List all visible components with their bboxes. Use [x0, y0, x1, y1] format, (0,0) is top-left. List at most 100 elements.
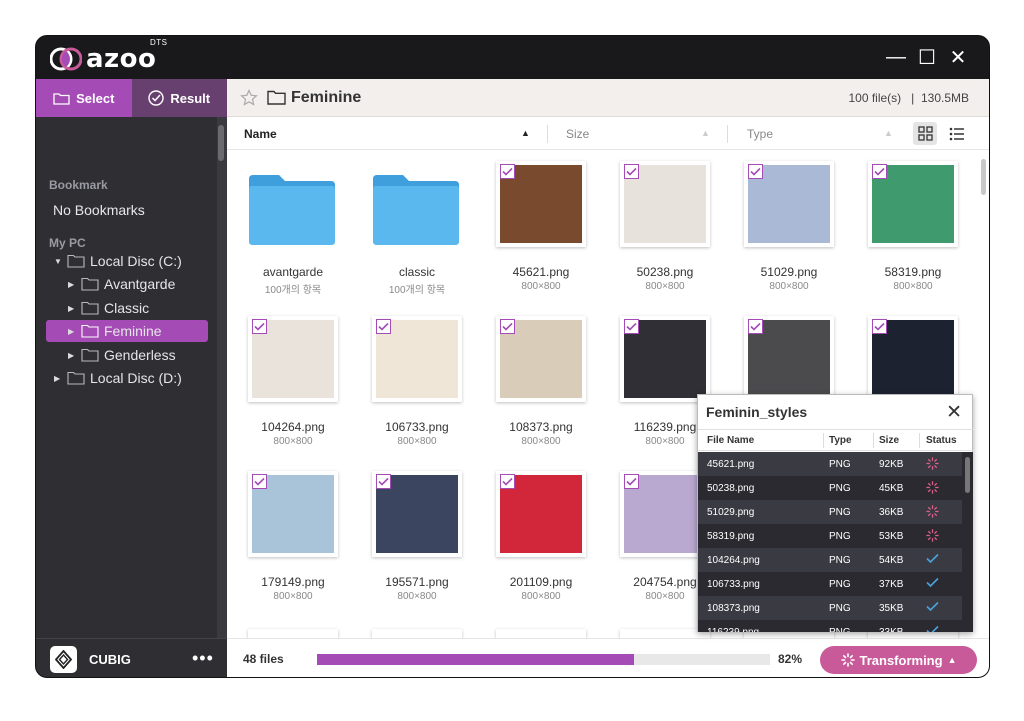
app-edition: DTS	[150, 38, 168, 47]
sort-icon[interactable]: ▲	[884, 128, 893, 138]
image-item[interactable]: 108373.png 800×800	[481, 306, 591, 456]
row-size: 37KB	[879, 579, 904, 590]
row-status	[926, 529, 939, 545]
selected-checkbox[interactable]	[376, 319, 391, 334]
image-item[interactable]: 51029.png 800×800	[729, 151, 839, 301]
popup-scrollbar[interactable]	[965, 457, 970, 493]
star-icon[interactable]	[240, 89, 258, 107]
minimize-button[interactable]: —	[885, 46, 907, 68]
sort-asc-icon[interactable]: ▲	[521, 128, 530, 138]
sort-icon[interactable]: ▲	[701, 128, 710, 138]
expanded-triangle-icon[interactable]: ▼	[54, 257, 62, 266]
popup-table-row: 116239.png PNG 33KB	[698, 620, 962, 632]
tree-item-feminine[interactable]: ▶ Feminine	[46, 320, 208, 342]
image-thumbnail[interactable]	[496, 316, 586, 402]
selected-checkbox[interactable]	[624, 319, 639, 334]
folder-item[interactable]: classic 100개의 항목	[357, 151, 467, 301]
tree-item-classic[interactable]: ▶ Classic	[68, 297, 149, 319]
close-button[interactable]: ✕	[947, 46, 969, 69]
selected-checkbox[interactable]	[376, 474, 391, 489]
selected-checkbox[interactable]	[500, 164, 515, 179]
image-thumbnail[interactable]	[744, 316, 834, 402]
selected-checkbox[interactable]	[500, 319, 515, 334]
check-icon	[750, 167, 761, 176]
image-thumbnail[interactable]	[372, 471, 462, 557]
column-type[interactable]: Type	[747, 127, 773, 141]
image-item[interactable]: 195571.png 800×800	[357, 461, 467, 611]
main-scrollbar[interactable]	[981, 159, 986, 195]
sidebar-scrollbar[interactable]	[218, 125, 224, 161]
selected-checkbox[interactable]	[872, 164, 887, 179]
info-separator: |	[911, 91, 915, 105]
image-thumbnail[interactable]	[372, 316, 462, 402]
tree-item-genderless[interactable]: ▶ Genderless	[68, 344, 176, 366]
row-size: 45KB	[879, 483, 904, 494]
file-meta: 800×800	[521, 281, 561, 292]
list-view-button[interactable]	[945, 122, 969, 145]
image-thumbnail[interactable]	[744, 161, 834, 247]
transforming-button[interactable]: Transforming ▲	[820, 646, 977, 674]
image-thumbnail[interactable]	[248, 471, 338, 557]
selected-checkbox[interactable]	[252, 474, 267, 489]
image-thumbnail[interactable]	[868, 161, 958, 247]
tab-select[interactable]: Select	[36, 79, 132, 117]
selected-checkbox[interactable]	[748, 319, 763, 334]
row-file-name: 50238.png	[707, 483, 755, 494]
image-thumbnail[interactable]	[496, 629, 586, 638]
collapsed-triangle-icon[interactable]: ▶	[68, 327, 76, 336]
folder-item[interactable]: avantgarde 100개의 항목	[233, 151, 343, 301]
grid-view-button[interactable]	[913, 122, 937, 145]
column-size[interactable]: Size	[566, 127, 589, 141]
file-name: 58319.png	[884, 265, 942, 279]
tree-item-local-disc-c[interactable]: ▼ Local Disc (C:)	[54, 250, 182, 272]
folder-icon	[249, 175, 335, 245]
sidebar-scroll-track[interactable]	[217, 117, 227, 638]
more-options-icon[interactable]: •••	[192, 648, 214, 669]
image-item[interactable]: 45621.png 800×800	[481, 151, 591, 301]
maximize-button[interactable]: ☐	[916, 46, 938, 69]
selected-checkbox[interactable]	[624, 474, 639, 489]
image-thumbnail[interactable]	[620, 161, 710, 247]
image-item[interactable]: 106733.png 800×800	[357, 306, 467, 456]
collapsed-triangle-icon[interactable]: ▶	[68, 351, 76, 360]
image-thumbnail[interactable]	[496, 471, 586, 557]
popup-close-icon[interactable]: ✕	[946, 401, 962, 424]
image-item[interactable]: 50238.png 800×800	[605, 151, 715, 301]
app-name: azoo	[86, 44, 157, 74]
image-item[interactable]: 201109.png 800×800	[481, 461, 591, 611]
image-thumbnail[interactable]	[372, 629, 462, 638]
row-type: PNG	[829, 579, 851, 590]
check-icon	[254, 477, 265, 486]
image-item[interactable]: 58319.png 800×800	[853, 151, 963, 301]
folder-icon	[67, 254, 85, 268]
column-name[interactable]: Name	[244, 127, 277, 141]
transforming-label: Transforming	[859, 652, 943, 668]
tree-item-local-disc-d[interactable]: ▶ Local Disc (D:)	[54, 367, 182, 389]
file-meta: 800×800	[273, 591, 313, 602]
folder-info: 100 file(s) | 130.5MB	[848, 91, 969, 105]
image-item[interactable]: 179149.png 800×800	[233, 461, 343, 611]
selected-checkbox[interactable]	[252, 319, 267, 334]
maximize-icon: ☐	[918, 46, 936, 69]
image-item[interactable]: 104264.png 800×800	[233, 306, 343, 456]
selected-checkbox[interactable]	[500, 474, 515, 489]
azoo-logo-icon	[50, 47, 82, 71]
tab-result[interactable]: Result	[131, 79, 227, 117]
image-thumbnail[interactable]	[248, 629, 338, 638]
title-bar: azoo DTS — ☐ ✕	[36, 36, 989, 79]
image-thumbnail[interactable]	[496, 161, 586, 247]
tab-result-label: Result	[170, 90, 211, 106]
check-icon	[626, 477, 637, 486]
image-thumbnail[interactable]	[620, 316, 710, 402]
image-thumbnail[interactable]	[868, 316, 958, 402]
selected-checkbox[interactable]	[748, 164, 763, 179]
file-name: avantgarde	[262, 265, 324, 279]
check-icon	[502, 167, 513, 176]
collapsed-triangle-icon[interactable]: ▶	[68, 304, 76, 313]
tree-item-avantgarde[interactable]: ▶ Avantgarde	[68, 273, 175, 295]
collapsed-triangle-icon[interactable]: ▶	[68, 280, 76, 289]
collapsed-triangle-icon[interactable]: ▶	[54, 374, 62, 383]
image-thumbnail[interactable]	[248, 316, 338, 402]
selected-checkbox[interactable]	[872, 319, 887, 334]
selected-checkbox[interactable]	[624, 164, 639, 179]
